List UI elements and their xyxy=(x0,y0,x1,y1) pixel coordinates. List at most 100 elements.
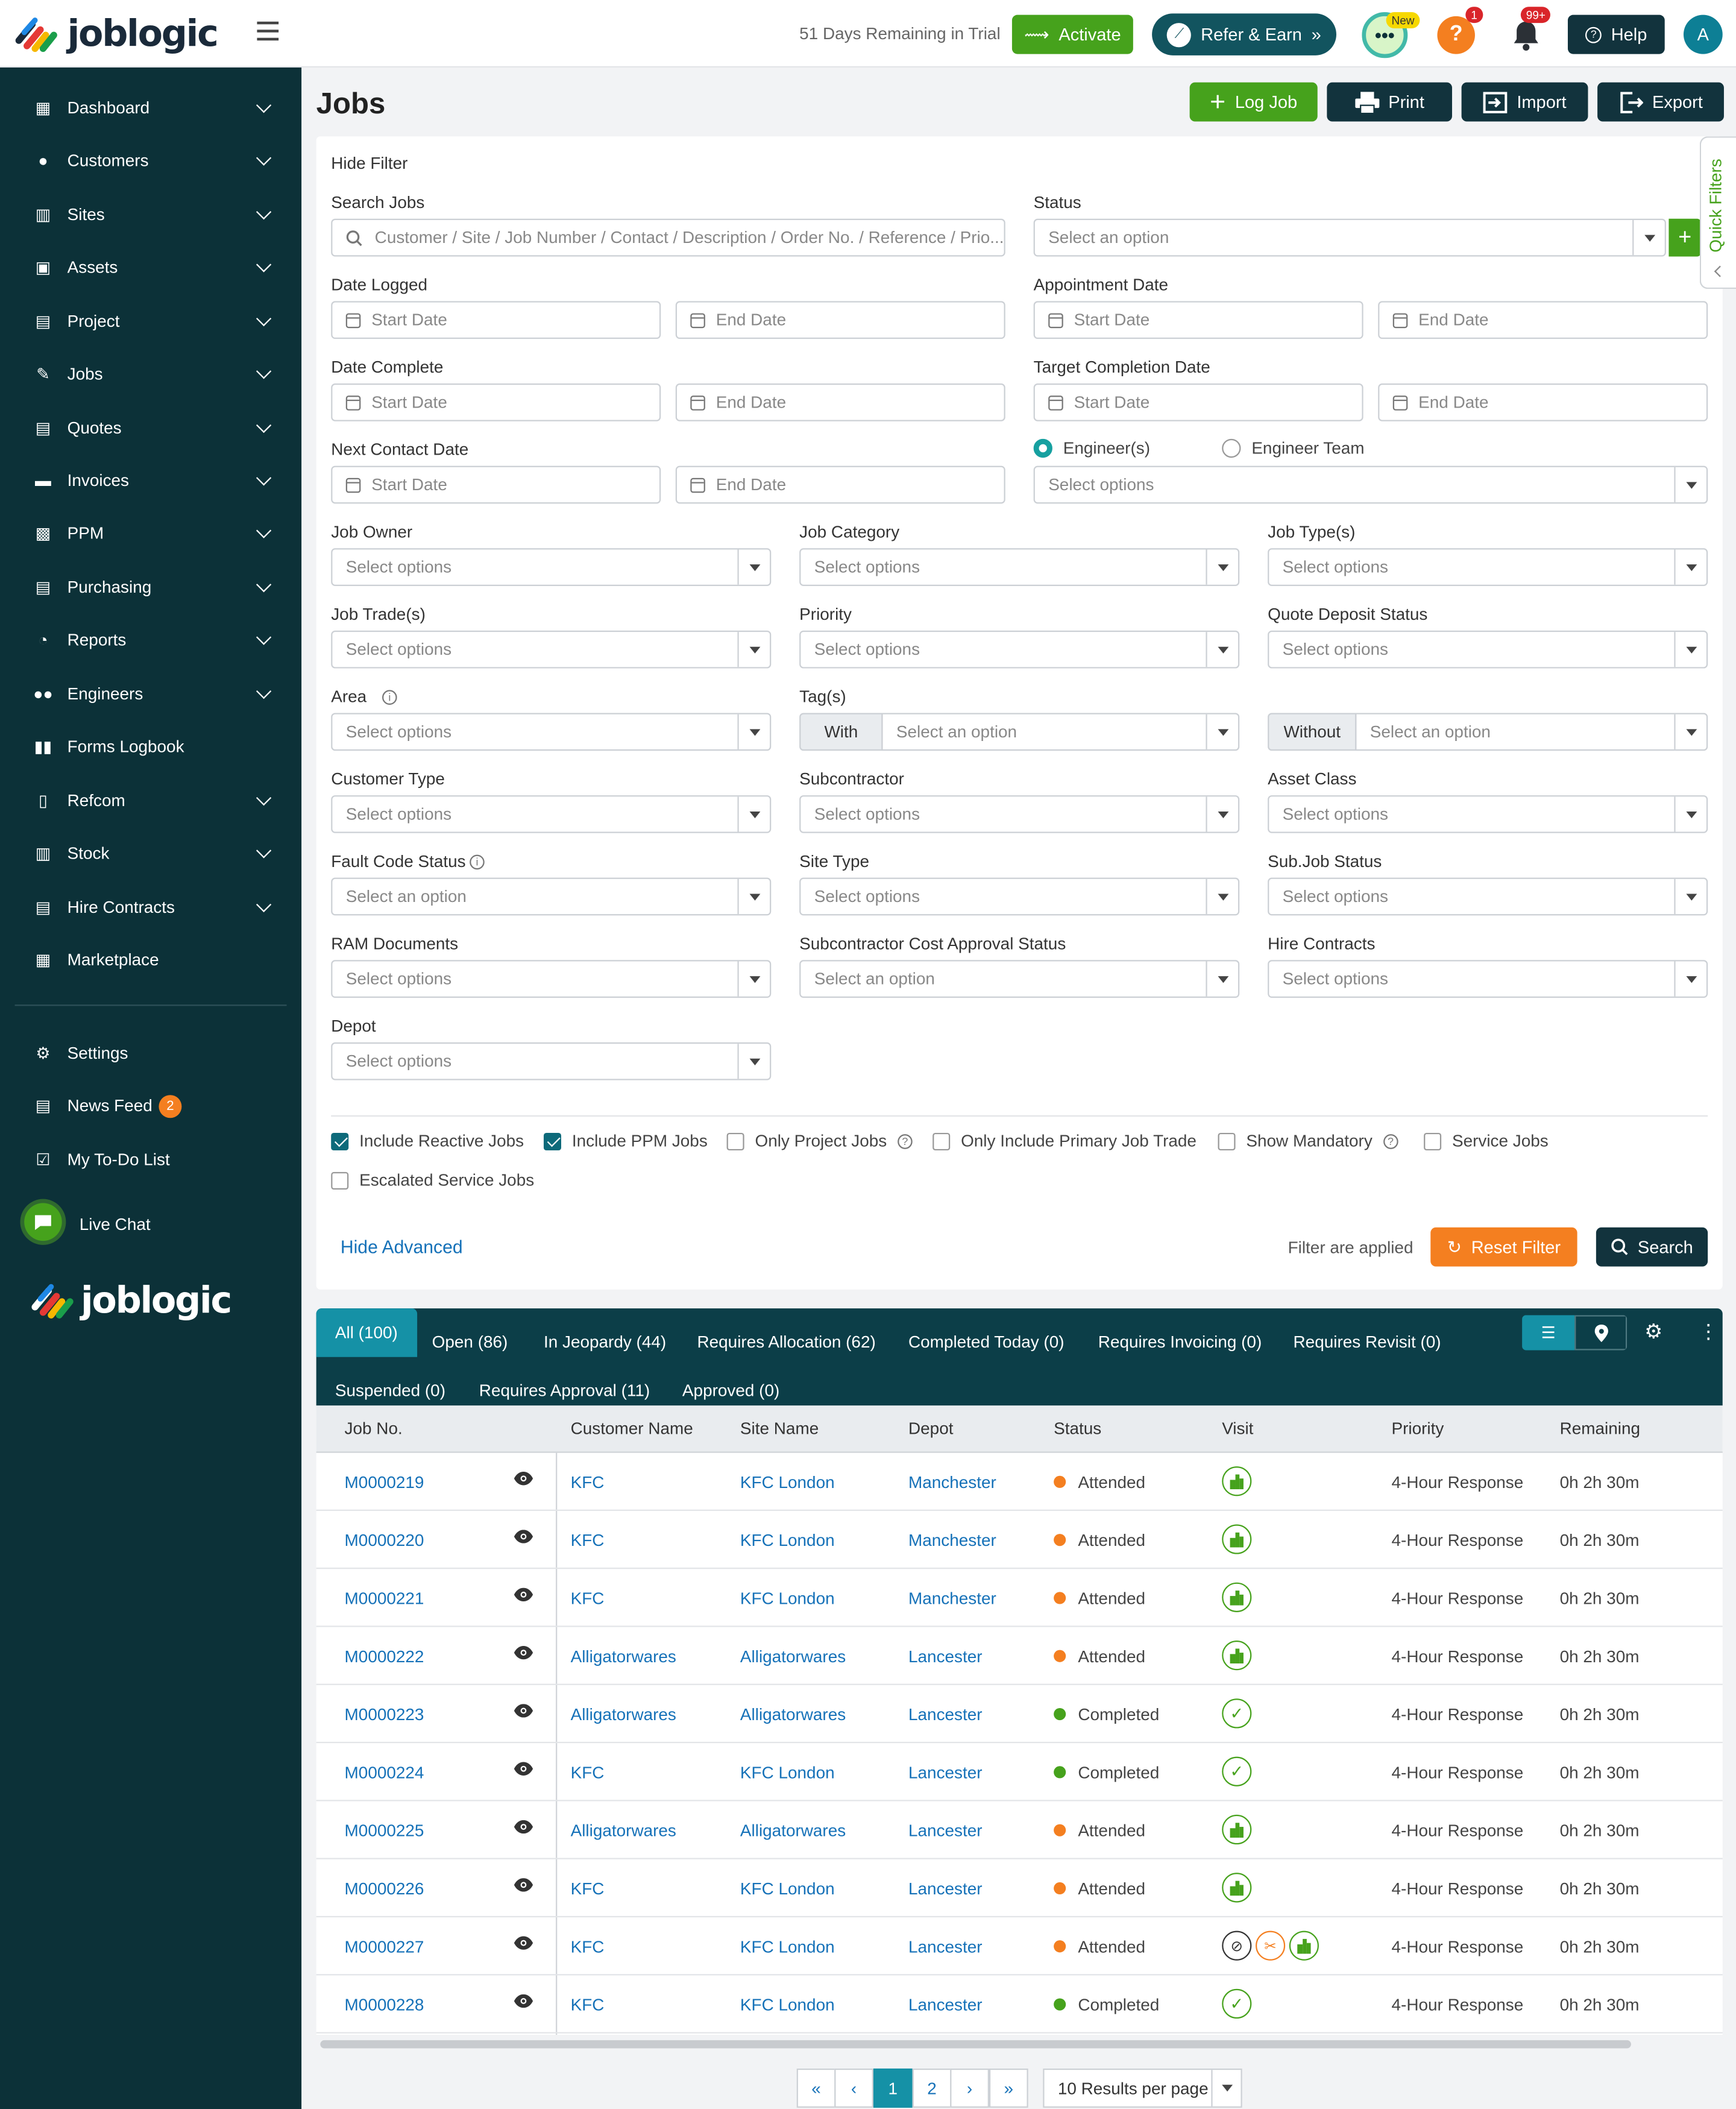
quick-filters-tab[interactable]: Quick Filters xyxy=(1699,136,1736,289)
gear-icon[interactable]: ⚙ xyxy=(1644,1319,1662,1343)
depot-link[interactable]: Lancester xyxy=(908,1647,983,1666)
site-building-icon[interactable] xyxy=(1222,1814,1252,1845)
question-circle-icon[interactable]: ? xyxy=(1383,1133,1398,1149)
checkbox-show-mandatory[interactable]: Show Mandatory? xyxy=(1218,1132,1398,1150)
tags-with-select[interactable]: Select an option xyxy=(881,713,1240,751)
sidebar-item-forms-logbook[interactable]: ▮▮ Forms Logbook xyxy=(0,721,301,772)
asset-class-select[interactable]: Select options xyxy=(1268,795,1708,833)
sidebar-item-purchasing[interactable]: ▤ Purchasing xyxy=(0,562,301,613)
depot-link[interactable]: Manchester xyxy=(908,1589,996,1608)
job-number-link[interactable]: M0000220 xyxy=(345,1531,424,1550)
site-link[interactable]: Alligatorwares xyxy=(740,1821,846,1840)
table-row[interactable]: M0000223 Alligatorwares Alligatorwares Lanc… xyxy=(316,1685,1723,1744)
customer-link[interactable]: KFC xyxy=(571,1531,605,1550)
site-type-select[interactable]: Select options xyxy=(799,877,1240,916)
sidebar-item-my-to-do-list[interactable]: ☑ My To-Do List xyxy=(0,1134,301,1185)
checkbox-escalated-service-jobs[interactable]: Escalated Service Jobs xyxy=(331,1171,534,1190)
menu-toggle-icon[interactable] xyxy=(257,21,279,41)
sidebar-item-refcom[interactable]: ▯ Refcom xyxy=(0,775,301,826)
depot-link[interactable]: Manchester xyxy=(908,1473,996,1492)
job-number-link[interactable]: M0000226 xyxy=(345,1879,424,1898)
job-number-link[interactable]: M0000221 xyxy=(345,1589,424,1608)
sidebar-item-invoices[interactable]: ▬ Invoices xyxy=(0,455,301,506)
depot-link[interactable]: Lancester xyxy=(908,1764,983,1782)
brand-logo[interactable]: joblogic xyxy=(13,13,219,55)
target-completion-end[interactable]: End Date xyxy=(1378,383,1708,421)
job-number-link[interactable]: M0000227 xyxy=(345,1938,424,1956)
quote-deposit-select[interactable]: Select options xyxy=(1268,630,1708,669)
eye-icon[interactable] xyxy=(514,1645,533,1663)
job-types-select[interactable]: Select options xyxy=(1268,548,1708,586)
job-trades-select[interactable]: Select options xyxy=(331,630,772,669)
table-row[interactable]: M0000220 KFC KFC London Manchester Attended 4… xyxy=(316,1511,1723,1569)
site-link[interactable]: Alligatorwares xyxy=(740,1647,846,1666)
check-circle-icon[interactable]: ✓ xyxy=(1222,1988,1252,2019)
page-1-button[interactable]: 1 xyxy=(873,2068,913,2108)
more-vertical-icon[interactable]: ⋮ xyxy=(1699,1319,1719,1343)
print-button[interactable]: Print xyxy=(1327,82,1452,122)
add-status-button[interactable]: + xyxy=(1668,218,1702,257)
site-link[interactable]: KFC London xyxy=(740,1589,835,1608)
sidebar-item-customers[interactable]: ● Customers xyxy=(0,135,301,186)
next-page-button[interactable]: › xyxy=(950,2068,989,2108)
job-number-link[interactable]: M0000225 xyxy=(345,1821,424,1840)
sidebar-item-news-feed[interactable]: ▤ News Feed 2 xyxy=(0,1080,301,1132)
date-logged-start[interactable]: Start Date xyxy=(331,301,661,339)
column-header-status[interactable]: Status xyxy=(1054,1419,1101,1438)
sidebar-item-marketplace[interactable]: ▦ Marketplace xyxy=(0,935,301,986)
job-number-link[interactable]: M0000228 xyxy=(345,1996,424,2014)
depot-link[interactable]: Lancester xyxy=(908,1821,983,1840)
export-button[interactable]: Export xyxy=(1597,82,1724,122)
refer-earn-button[interactable]: ⟋ Refer & Earn » xyxy=(1152,13,1336,55)
log-job-button[interactable]: + Log Job xyxy=(1189,82,1318,122)
user-avatar[interactable]: A xyxy=(1683,14,1723,54)
subjob-status-select[interactable]: Select options xyxy=(1268,877,1708,916)
sub-cost-select[interactable]: Select an option xyxy=(799,960,1240,998)
next-contact-end[interactable]: End Date xyxy=(675,465,1005,504)
engineers-radio[interactable]: Engineer(s) xyxy=(1033,438,1150,458)
activate-button[interactable]: ⟿ Activate xyxy=(1011,14,1133,54)
sidebar-item-stock[interactable]: ▥ Stock xyxy=(0,828,301,879)
table-row[interactable]: M0000219 KFC KFC London Manchester Attended 4… xyxy=(316,1453,1723,1512)
search-jobs-input[interactable]: Customer / Site / Job Number / Contact /… xyxy=(331,218,1005,257)
customer-link[interactable]: KFC xyxy=(571,1996,605,2014)
eye-icon[interactable] xyxy=(514,1586,533,1605)
column-header-remaining[interactable]: Remaining xyxy=(1560,1419,1640,1438)
checkbox-only-include-primary-job-trade[interactable]: Only Include Primary Job Trade xyxy=(932,1132,1197,1150)
eye-icon[interactable] xyxy=(514,1528,533,1547)
hide-filter-link[interactable]: Hide Filter xyxy=(331,154,407,172)
reset-filter-button[interactable]: ↻ Reset Filter xyxy=(1430,1227,1577,1267)
sidebar-item-project[interactable]: ▤ Project xyxy=(0,295,301,347)
question-circle-icon[interactable]: ? xyxy=(898,1133,913,1149)
customer-link[interactable]: KFC xyxy=(571,1589,605,1608)
column-header-depot[interactable]: Depot xyxy=(908,1419,953,1438)
sidebar-item-sites[interactable]: ▥ Sites xyxy=(0,189,301,241)
site-link[interactable]: KFC London xyxy=(740,1996,835,2014)
customer-link[interactable]: KFC xyxy=(571,1473,605,1492)
eye-icon[interactable] xyxy=(514,1877,533,1896)
site-building-icon[interactable] xyxy=(1222,1873,1252,1903)
customer-link[interactable]: KFC xyxy=(571,1879,605,1898)
first-page-button[interactable]: « xyxy=(796,2068,836,2108)
site-building-icon[interactable] xyxy=(1222,1466,1252,1496)
tab-suspended[interactable]: Suspended (0) xyxy=(335,1381,445,1400)
site-building-icon[interactable] xyxy=(1222,1524,1252,1554)
depot-link[interactable]: Lancester xyxy=(908,1938,983,1956)
checkbox-service-jobs[interactable]: Service Jobs xyxy=(1424,1132,1549,1150)
appointment-date-end[interactable]: End Date xyxy=(1378,301,1708,339)
page-2-button[interactable]: 2 xyxy=(912,2068,952,2108)
tab-completed-today[interactable]: Completed Today (0) xyxy=(908,1332,1065,1351)
tab-requires-approval[interactable]: Requires Approval (11) xyxy=(479,1381,650,1400)
eye-icon[interactable] xyxy=(514,1761,533,1779)
help-button[interactable]: ? Help xyxy=(1567,14,1665,54)
site-link[interactable]: KFC London xyxy=(740,1531,835,1550)
sidebar-item-hire-contracts[interactable]: ▤ Hire Contracts xyxy=(0,881,301,933)
table-row[interactable]: M0000224 KFC KFC London Lancester Completed ✓… xyxy=(316,1743,1723,1802)
column-header-priority[interactable]: Priority xyxy=(1392,1419,1444,1438)
tab-requires-invoicing[interactable]: Requires Invoicing (0) xyxy=(1098,1332,1262,1351)
tab-in-jeopardy[interactable]: In Jeopardy (44) xyxy=(544,1332,666,1351)
eye-icon[interactable] xyxy=(514,1819,533,1838)
customer-link[interactable]: Alligatorwares xyxy=(571,1647,676,1666)
depot-link[interactable]: Lancester xyxy=(908,1705,983,1724)
hide-advanced-link[interactable]: Hide Advanced xyxy=(341,1237,463,1257)
